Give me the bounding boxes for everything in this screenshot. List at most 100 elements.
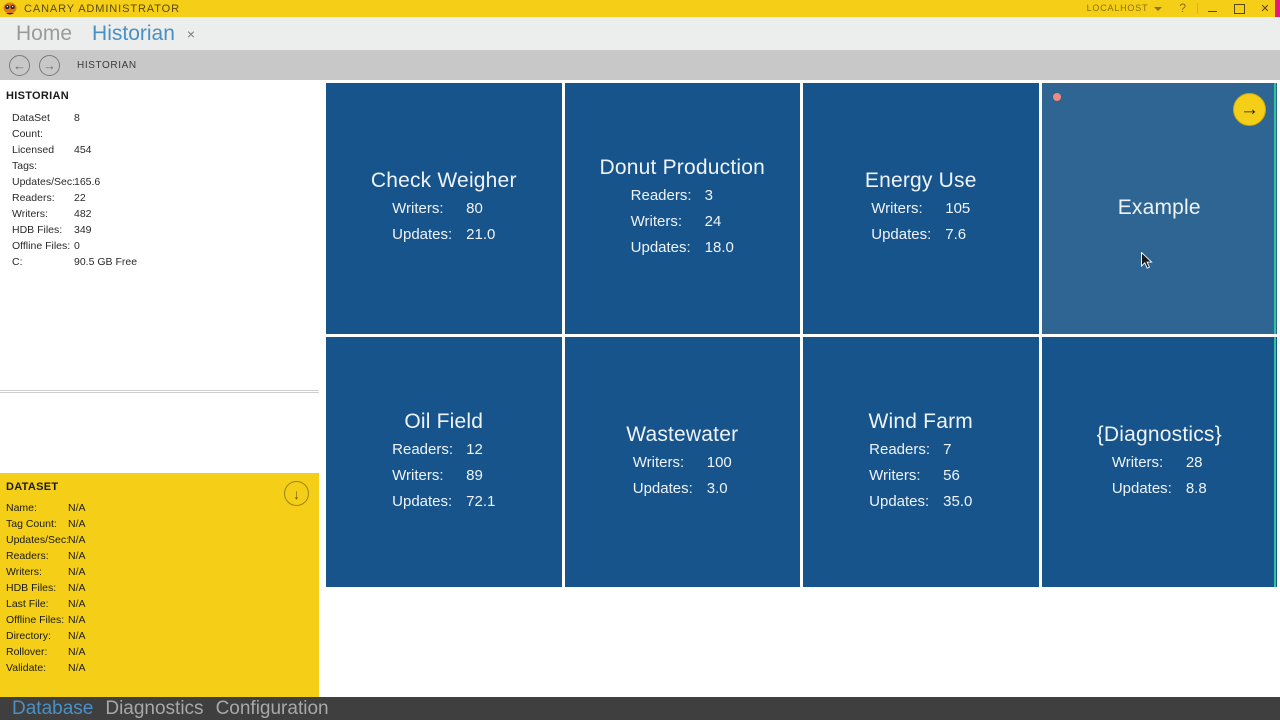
dataset-row: Updates/Sec: N/A <box>0 532 319 548</box>
tile-stat: Readers: 7 <box>869 437 972 463</box>
close-icon[interactable]: × <box>187 20 195 48</box>
dataset-tile-example[interactable]: → Example <box>1041 83 1277 334</box>
dataset-tile-diagnostics[interactable]: {Diagnostics} Writers: 28 Updates: 8.8 <box>1041 336 1277 587</box>
tab-bar: Home Historian × <box>0 17 1280 50</box>
info-label: Readers: <box>12 192 55 204</box>
info-value: 0 <box>74 240 80 252</box>
info-row: Writers: 482 <box>6 206 319 222</box>
dataset-value: N/A <box>68 534 86 546</box>
back-arrow-icon[interactable]: ← <box>9 54 30 76</box>
dataset-tile-wastewater[interactable]: Wastewater Writers: 100 Updates: 3.0 <box>564 336 800 587</box>
tile-stat: Writers: 100 <box>633 450 732 476</box>
stat-label: Updates: <box>632 479 693 497</box>
forward-arrow-icon[interactable]: → <box>39 54 60 76</box>
collapse-down-icon[interactable]: ↓ <box>284 481 309 506</box>
dataset-label: Rollover: <box>6 646 48 658</box>
info-value: 8 <box>74 112 80 124</box>
bottom-nav-configuration[interactable]: Configuration <box>210 698 335 720</box>
chevron-down-icon[interactable] <box>1154 6 1163 11</box>
dataset-tile-grid: Check Weigher Writers: 80 Updates: 21.0 … <box>326 83 1277 587</box>
stat-value: 105 <box>945 200 971 218</box>
tile-title: Energy Use <box>864 169 977 193</box>
stat-value: 72.1 <box>466 492 496 510</box>
tab-historian[interactable]: Historian <box>82 20 185 48</box>
dataset-label: Last File: <box>6 598 49 610</box>
tile-stat: Updates: 72.1 <box>392 489 495 515</box>
tile-title: Wind Farm <box>868 409 973 433</box>
info-label: Updates/Sec: <box>12 176 76 188</box>
dataset-value: N/A <box>68 598 86 610</box>
tile-title: Check Weigher <box>370 169 517 193</box>
dataset-row: Writers: N/A <box>0 564 319 580</box>
server-selector-label[interactable]: LOCALHOST <box>1081 0 1155 17</box>
info-label: Writers: <box>12 208 48 220</box>
stat-value: 18.0 <box>704 239 734 257</box>
tab-home[interactable]: Home <box>6 20 82 48</box>
minimize-button[interactable] <box>1200 0 1226 17</box>
stat-label: Writers: <box>392 466 444 484</box>
tile-stat: Updates: 21.0 <box>392 222 495 248</box>
tile-stats: Writers: 100 Updates: 3.0 <box>633 450 732 502</box>
dataset-row: Tag Count: N/A <box>0 516 319 532</box>
dataset-tile-donut-production[interactable]: Donut Production Readers: 3 Writers: 24 … <box>564 83 800 334</box>
bottom-nav-diagnostics[interactable]: Diagnostics <box>99 698 209 720</box>
dataset-tile-oil-field[interactable]: Oil Field Readers: 12 Writers: 89 Update… <box>326 336 562 587</box>
maximize-button[interactable] <box>1226 0 1252 17</box>
info-label: C: <box>12 256 23 268</box>
dataset-label: Validate: <box>6 662 47 674</box>
stat-value: 35.0 <box>943 492 973 510</box>
divider <box>0 392 319 393</box>
dataset-label: Directory: <box>6 630 51 642</box>
dataset-tile-wind-farm[interactable]: Wind Farm Readers: 7 Writers: 56 Updates… <box>803 336 1039 587</box>
dataset-tile-energy-use[interactable]: Energy Use Writers: 105 Updates: 7.6 <box>803 83 1039 334</box>
tile-stats: Writers: 80 Updates: 21.0 <box>392 196 495 248</box>
tile-stat: Writers: 56 <box>869 463 972 489</box>
info-row: HDB Files: 349 <box>6 222 319 238</box>
open-arrow-icon[interactable]: → <box>1233 93 1266 126</box>
stat-label: Writers: <box>1111 453 1164 471</box>
dataset-label: Name: <box>6 502 37 514</box>
tile-title: {Diagnostics} <box>1096 422 1222 446</box>
tile-stat: Writers: 80 <box>392 196 495 222</box>
dataset-row: Rollover: N/A <box>0 644 319 660</box>
dataset-label: Readers: <box>6 550 49 562</box>
dataset-panel: DATASET ↓ Name: N/A Tag Count: N/A Updat… <box>0 473 319 720</box>
dataset-value: N/A <box>68 582 86 594</box>
tile-title: Oil Field <box>404 409 484 433</box>
stat-label: Writers: <box>871 200 923 218</box>
breadcrumb: HISTORIAN <box>77 59 137 71</box>
tile-edge-accent <box>1274 83 1276 334</box>
tile-stats: Readers: 3 Writers: 24 Updates: 18.0 <box>631 183 734 261</box>
historian-heading: HISTORIAN <box>6 90 70 102</box>
stat-label: Readers: <box>392 440 454 458</box>
stat-value: 21.0 <box>466 226 496 244</box>
dataset-value: N/A <box>68 566 86 578</box>
stat-value: 8.8 <box>1185 479 1207 497</box>
application-window: CANARY ADMINISTRATOR LOCALHOST ? ✕ Home … <box>0 0 1280 720</box>
tile-stats: Writers: 105 Updates: 7.6 <box>871 196 970 248</box>
dataset-value: N/A <box>68 630 86 642</box>
info-value: 90.5 GB Free <box>74 256 138 268</box>
stat-label: Updates: <box>871 226 932 244</box>
tile-title: Example <box>1117 196 1201 220</box>
stat-label: Updates: <box>630 239 691 257</box>
stat-value: 7 <box>943 440 952 458</box>
stat-label: Writers: <box>630 213 683 231</box>
divider <box>1197 3 1198 14</box>
status-indicator-dot <box>1052 93 1061 101</box>
historian-info-rows: DataSet Count: 8 Licensed Tags: 454 Upda… <box>6 110 319 270</box>
bottom-nav-database[interactable]: Database <box>6 698 99 720</box>
historian-info-block: HISTORIAN DataSet Count: 8 Licensed Tags… <box>0 80 319 270</box>
dataset-row: Readers: N/A <box>0 548 319 564</box>
dataset-value: N/A <box>68 550 86 562</box>
left-info-panel: HISTORIAN DataSet Count: 8 Licensed Tags… <box>0 80 319 720</box>
info-value: 22 <box>74 192 86 204</box>
tile-title: Donut Production <box>599 156 765 180</box>
help-icon[interactable]: ? <box>1170 0 1195 17</box>
tile-stats: Readers: 7 Writers: 56 Updates: 35.0 <box>869 437 972 515</box>
tile-stat: Writers: 28 <box>1112 450 1207 476</box>
info-row: Offline Files: 0 <box>6 238 319 254</box>
dataset-tile-check-weigher[interactable]: Check Weigher Writers: 80 Updates: 21.0 <box>326 83 562 334</box>
dataset-label: Offline Files: <box>6 614 65 626</box>
info-value: 482 <box>74 208 92 220</box>
